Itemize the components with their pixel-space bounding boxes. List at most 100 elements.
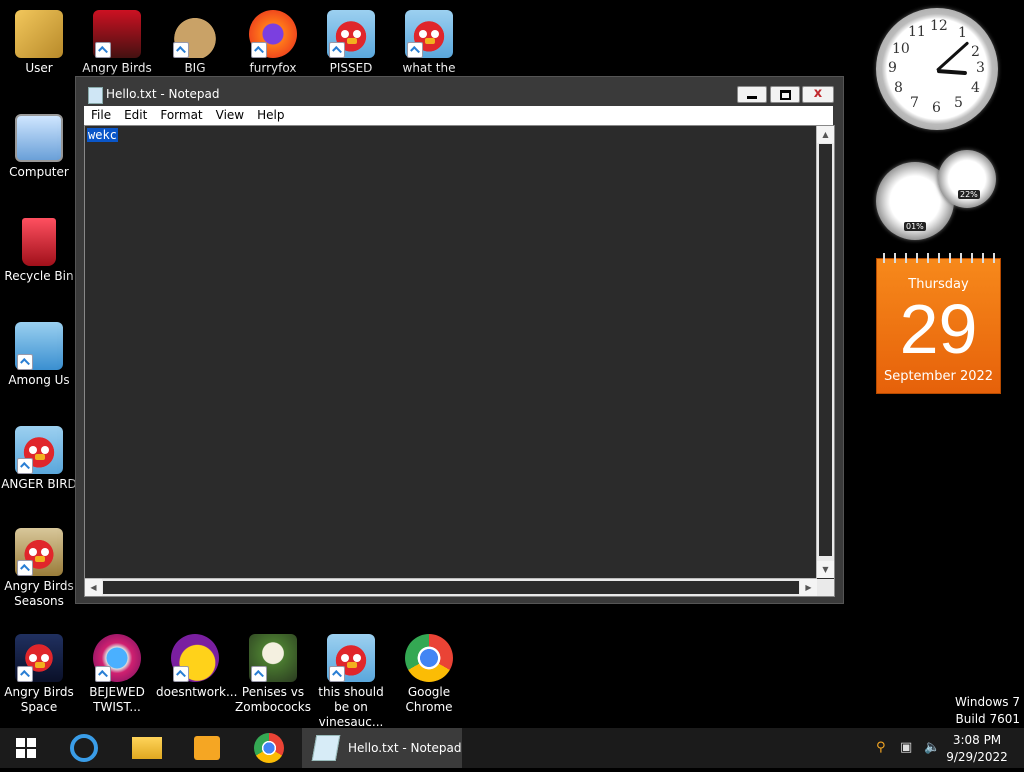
angry-birds-star-wars-icon bbox=[93, 10, 141, 58]
clock-number: 6 bbox=[932, 100, 941, 116]
user-folder-icon bbox=[15, 10, 63, 58]
folder-icon bbox=[132, 737, 162, 759]
taskbar-notepad-label: Hello.txt - Notepad bbox=[348, 741, 462, 755]
desktop-icon-this-should-be-on-vinesauce[interactable]: this should be on vinesauc... bbox=[312, 634, 390, 730]
minimize-button[interactable] bbox=[737, 86, 767, 103]
hour-hand bbox=[936, 69, 968, 76]
desktop-icon-big[interactable]: BIG bbox=[156, 10, 234, 76]
search-icon[interactable]: ⚲ bbox=[876, 740, 886, 755]
desktop-icon-doesntwork[interactable]: doesntwork... bbox=[156, 634, 238, 700]
icon-label: BEJEWED TWIST... bbox=[89, 685, 145, 714]
firefox-icon bbox=[249, 10, 297, 58]
taskbar-date: 9/29/2022 bbox=[946, 750, 1008, 764]
clock-number: 7 bbox=[910, 95, 919, 111]
calendar-month-year: September 2022 bbox=[883, 369, 994, 384]
desktop-icon-anger-bird[interactable]: ANGER BIRD bbox=[0, 426, 78, 492]
desktop-icon-computer[interactable]: Computer bbox=[0, 114, 78, 180]
network-icon[interactable]: ▣ bbox=[900, 740, 912, 755]
media-player-icon bbox=[194, 736, 220, 760]
desktop-icon-angry-birds-seasons[interactable]: Angry Birds Seasons bbox=[0, 528, 78, 609]
scroll-down-icon[interactable]: ▼ bbox=[817, 561, 834, 578]
cpu-percent: 01% bbox=[904, 222, 926, 231]
icon-label: Penises vs Zombococks bbox=[235, 685, 311, 714]
plants-vs-zombies-icon bbox=[249, 634, 297, 682]
scroll-right-icon[interactable]: ▶ bbox=[800, 579, 817, 596]
menu-format[interactable]: Format bbox=[153, 106, 208, 122]
clock-number: 8 bbox=[894, 80, 903, 96]
watermark-build: Build 7601 bbox=[955, 712, 1020, 726]
computer-icon bbox=[15, 114, 63, 162]
menu-view[interactable]: View bbox=[209, 106, 250, 122]
desktop-icon-bejewed-twist[interactable]: BEJEWED TWIST... bbox=[78, 634, 156, 715]
maximize-button[interactable] bbox=[770, 86, 800, 103]
menu-edit[interactable]: Edit bbox=[117, 106, 153, 122]
taskbar-chrome[interactable] bbox=[250, 728, 290, 768]
clock-number: 4 bbox=[971, 80, 980, 96]
vertical-scrollbar[interactable]: ▲ ▼ bbox=[816, 126, 834, 578]
desktop-icon-among-us[interactable]: Among Us bbox=[0, 322, 78, 388]
notepad-window[interactable]: Hello.txt - Notepad x File Edit Format View… bbox=[75, 76, 844, 604]
calendar-gadget[interactable]: Thursday 29 September 2022 bbox=[876, 253, 1001, 394]
close-button[interactable]: x bbox=[802, 86, 834, 103]
angry-birds-space-icon bbox=[15, 634, 63, 682]
icon-label: Among Us bbox=[8, 373, 70, 387]
text-editor[interactable]: wekc ▲ ▼ ◀ ▶ bbox=[84, 125, 835, 597]
clock-number: 5 bbox=[954, 95, 963, 111]
clock-number: 9 bbox=[888, 60, 897, 76]
scroll-track bbox=[819, 144, 832, 556]
icon-label: Angry Birds bbox=[82, 61, 152, 75]
menu-help[interactable]: Help bbox=[250, 106, 290, 122]
calendar-rings bbox=[877, 253, 1000, 263]
menu-file[interactable]: File bbox=[84, 106, 117, 122]
icon-label: Google Chrome bbox=[405, 685, 453, 714]
icon-label: Recycle Bin bbox=[4, 269, 74, 283]
bejeweled-gem-icon bbox=[93, 634, 141, 682]
ram-meter-gadget[interactable]: 22% bbox=[938, 150, 996, 208]
desktop-icon-google-chrome[interactable]: Google Chrome bbox=[390, 634, 468, 715]
internet-explorer-icon bbox=[70, 734, 98, 762]
selected-text[interactable]: wekc bbox=[87, 128, 118, 142]
taskbar-time: 3:08 PM bbox=[952, 733, 1002, 747]
clock-number: 1 bbox=[958, 25, 967, 41]
clock-number: 2 bbox=[971, 44, 980, 60]
icon-label: ANGER BIRD bbox=[1, 477, 77, 491]
taskbar-media-player[interactable] bbox=[188, 728, 228, 768]
angry-bird-icon bbox=[327, 634, 375, 682]
desktop-icon-furryfox[interactable]: furryfox bbox=[234, 10, 312, 76]
taskbar-clock[interactable]: 3:08 PM 9/29/2022 bbox=[944, 732, 1010, 766]
icon-label: User bbox=[25, 61, 53, 75]
close-icon: x bbox=[813, 86, 823, 101]
clock-number: 10 bbox=[892, 41, 910, 57]
icon-label: doesntwork... bbox=[156, 685, 238, 699]
icon-label: Computer bbox=[9, 165, 69, 179]
windows-logo-icon bbox=[16, 738, 36, 758]
start-button[interactable] bbox=[10, 728, 46, 768]
title-bar[interactable]: Hello.txt - Notepad x bbox=[76, 77, 843, 109]
volume-icon[interactable]: 🔈 bbox=[924, 740, 940, 755]
angry-bird-icon bbox=[327, 10, 375, 58]
scroll-left-icon[interactable]: ◀ bbox=[85, 579, 102, 596]
windows-build-watermark: Windows 7 Build 7601 bbox=[955, 694, 1020, 728]
taskbar-internet-explorer[interactable] bbox=[66, 728, 106, 768]
notepad-icon bbox=[311, 735, 341, 761]
resize-grip-icon[interactable] bbox=[817, 579, 834, 596]
taskbar-file-explorer[interactable] bbox=[128, 728, 168, 768]
scroll-up-icon[interactable]: ▲ bbox=[817, 126, 834, 143]
watermark-os: Windows 7 bbox=[954, 695, 1020, 709]
desktop-icon-angry-birds[interactable]: Angry Birds bbox=[78, 10, 156, 76]
clock-number: 11 bbox=[908, 24, 926, 40]
clock-gadget[interactable]: 12 1 2 3 4 5 6 7 8 9 10 11 bbox=[876, 8, 998, 130]
taskbar-notepad[interactable]: Hello.txt - Notepad bbox=[302, 728, 462, 768]
icon-label: furryfox bbox=[249, 61, 297, 75]
desktop-icon-recycle-bin[interactable]: Recycle Bin bbox=[0, 218, 78, 284]
desktop-icon-user[interactable]: User bbox=[0, 10, 78, 76]
minute-hand bbox=[935, 41, 970, 72]
desktop-icon-angry-birds-space[interactable]: Angry Birds Space bbox=[0, 634, 78, 715]
desktop-icon-penises-vs-zombococks[interactable]: Penises vs Zombococks bbox=[234, 634, 312, 715]
icon-label: Angry Birds Seasons bbox=[4, 579, 74, 608]
scroll-track bbox=[103, 581, 799, 594]
yahoo-messenger-icon bbox=[171, 634, 219, 682]
angry-birds-seasons-icon bbox=[15, 528, 63, 576]
horizontal-scrollbar[interactable]: ◀ ▶ bbox=[85, 578, 817, 596]
angry-bird-icon bbox=[15, 426, 63, 474]
